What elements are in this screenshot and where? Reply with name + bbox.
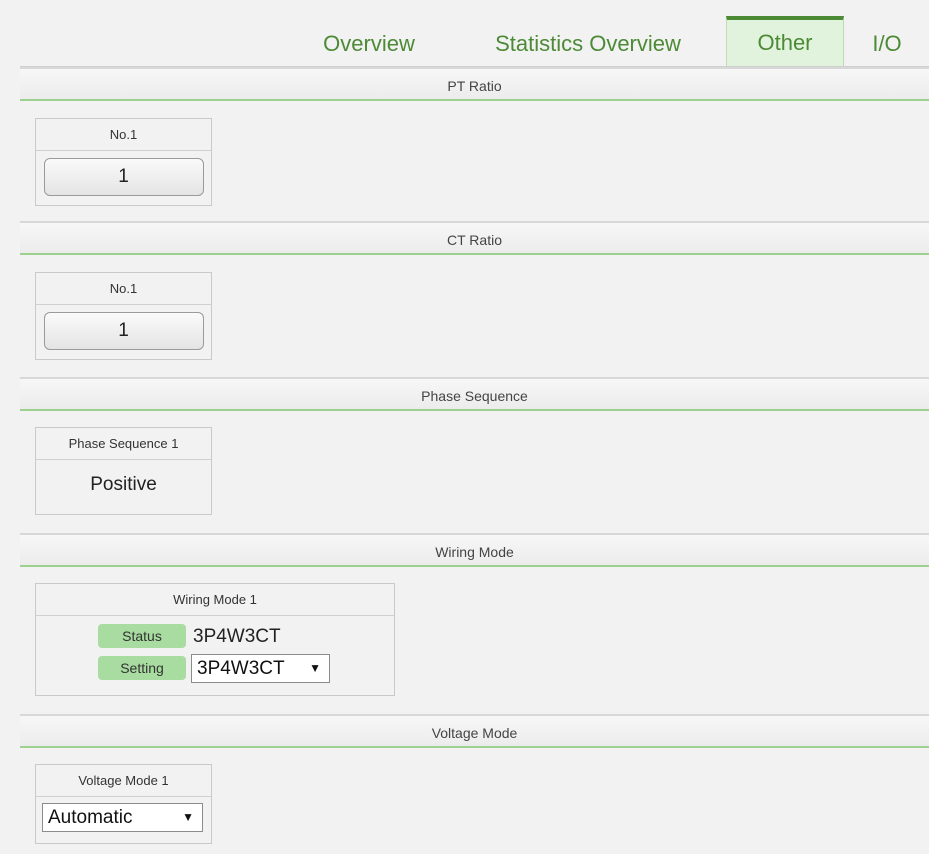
voltage-mode-card: Voltage Mode 1 Automatic ▼ — [35, 764, 212, 844]
pt-ratio-channel-label: No.1 — [36, 119, 211, 151]
caret-down-icon: ▼ — [309, 661, 321, 675]
wiring-setting-select[interactable]: 3P4W3CT ▼ — [191, 654, 330, 683]
voltage-mode-channel-label: Voltage Mode 1 — [36, 765, 211, 797]
wiring-mode-card: Wiring Mode 1 Status 3P4W3CT Setting 3P4… — [35, 583, 395, 696]
section-header-phase-sequence: Phase Sequence — [20, 377, 929, 411]
section-wiring-mode: Wiring Mode 1 Status 3P4W3CT Setting 3P4… — [20, 567, 929, 714]
voltage-mode-select[interactable]: Automatic ▼ — [42, 803, 203, 832]
wiring-setting-row: Setting 3P4W3CT ▼ — [36, 654, 394, 683]
phase-sequence-card: Phase Sequence 1 Positive — [35, 427, 212, 515]
ct-ratio-card: No.1 1 — [35, 272, 212, 360]
section-phase-sequence: Phase Sequence 1 Positive — [20, 411, 929, 533]
ct-ratio-button[interactable]: 1 — [43, 312, 204, 350]
ct-ratio-channel-label: No.1 — [36, 273, 211, 305]
status-label: Status — [98, 624, 186, 648]
pt-ratio-button[interactable]: 1 — [43, 158, 204, 196]
section-header-voltage-mode: Voltage Mode — [20, 714, 929, 748]
section-header-wiring-mode: Wiring Mode — [20, 533, 929, 567]
phase-sequence-value: Positive — [90, 474, 157, 495]
wiring-mode-channel-label: Wiring Mode 1 — [36, 584, 394, 616]
page: Overview Statistics Overview Other I/O P… — [20, 0, 929, 848]
section-ct-ratio: No.1 1 — [20, 255, 929, 377]
wiring-status-row: Status 3P4W3CT — [36, 622, 394, 651]
tab-overview[interactable]: Overview — [312, 16, 426, 66]
tab-other[interactable]: Other — [726, 16, 844, 66]
tab-io[interactable]: I/O — [864, 16, 910, 66]
setting-label: Setting — [98, 656, 186, 680]
section-header-pt-ratio: PT Ratio — [20, 67, 929, 101]
wiring-setting-selected-value: 3P4W3CT — [197, 658, 285, 679]
tab-statistics-overview[interactable]: Statistics Overview — [472, 16, 704, 66]
pt-ratio-card: No.1 1 — [35, 118, 212, 206]
section-pt-ratio: No.1 1 — [20, 101, 929, 221]
phase-sequence-channel-label: Phase Sequence 1 — [36, 428, 211, 460]
wiring-status-value: 3P4W3CT — [193, 626, 281, 647]
section-header-ct-ratio: CT Ratio — [20, 221, 929, 255]
voltage-mode-selected-value: Automatic — [48, 807, 133, 828]
tab-bar: Overview Statistics Overview Other I/O — [20, 0, 929, 67]
section-voltage-mode: Voltage Mode 1 Automatic ▼ — [20, 748, 929, 848]
caret-down-icon: ▼ — [182, 810, 194, 824]
